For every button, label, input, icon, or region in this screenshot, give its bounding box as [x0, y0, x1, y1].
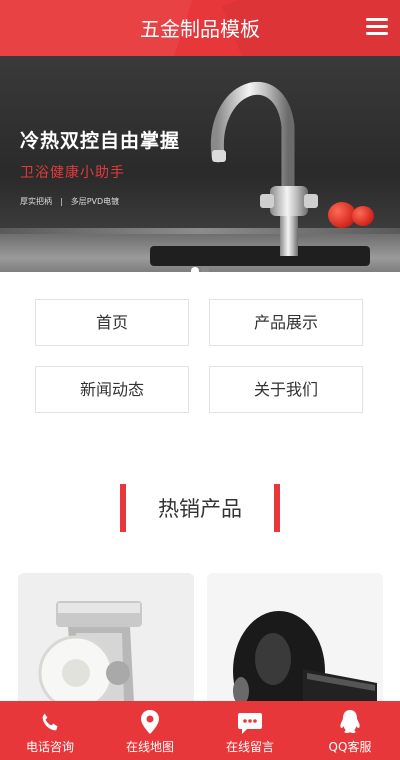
feature-separator: |: [60, 197, 63, 206]
banner-headline: 冷热双控自由掌握: [20, 130, 181, 152]
nav-home-button[interactable]: 首页: [35, 299, 189, 346]
banner-subline: 卫浴健康小助手: [20, 165, 125, 181]
map-pin-icon: [141, 710, 159, 734]
hot-products-title: 热销产品: [158, 497, 242, 521]
carousel-dot-1[interactable]: [191, 267, 199, 272]
banner-features: 厚实把柄 | 多层PVD电镀: [20, 196, 119, 207]
message-icon: [238, 713, 262, 734]
tomato-decoration: [352, 206, 374, 226]
nav-about-button[interactable]: 关于我们: [209, 366, 363, 413]
top-header: 五金制品模板: [0, 0, 400, 56]
footer-message-label: 在线留言: [225, 740, 274, 754]
footer-map-label: 在线地图: [125, 740, 174, 754]
footer-message-button[interactable]: 在线留言: [200, 701, 300, 760]
footer-phone-label: 电话咨询: [25, 740, 74, 754]
qq-icon: [340, 710, 360, 734]
faucet-image: [210, 81, 318, 256]
nav-news-button[interactable]: 新闻动态: [35, 366, 189, 413]
door-stopper-image: [207, 573, 383, 713]
heading-bar-right: [274, 484, 280, 532]
footer-qq-button[interactable]: QQ客服: [300, 701, 400, 760]
carousel-dots: [0, 260, 400, 272]
phone-icon: [42, 713, 58, 731]
menu-icon[interactable]: [366, 18, 388, 36]
feature-1: 厚实把柄: [20, 197, 52, 206]
footer-map-button[interactable]: 在线地图: [100, 701, 200, 760]
product-card[interactable]: [207, 573, 383, 713]
site-title: 五金制品模板: [140, 17, 260, 41]
hero-banner[interactable]: 冷热双控自由掌握 卫浴健康小助手 厚实把柄 | 多层PVD电镀: [0, 56, 400, 272]
feature-2: 多层PVD电镀: [70, 197, 120, 206]
bottom-toolbar: 电话咨询 在线地图 在线留言 QQ客服: [0, 701, 400, 760]
footer-qq-label: QQ客服: [328, 740, 372, 754]
footer-phone-button[interactable]: 电话咨询: [0, 701, 100, 760]
carousel-dot-2[interactable]: [201, 267, 209, 272]
product-card[interactable]: [18, 573, 194, 713]
nav-products-button[interactable]: 产品展示: [209, 299, 363, 346]
caster-wheel-image: [18, 573, 194, 713]
hot-products-heading: 热销产品: [0, 484, 400, 532]
